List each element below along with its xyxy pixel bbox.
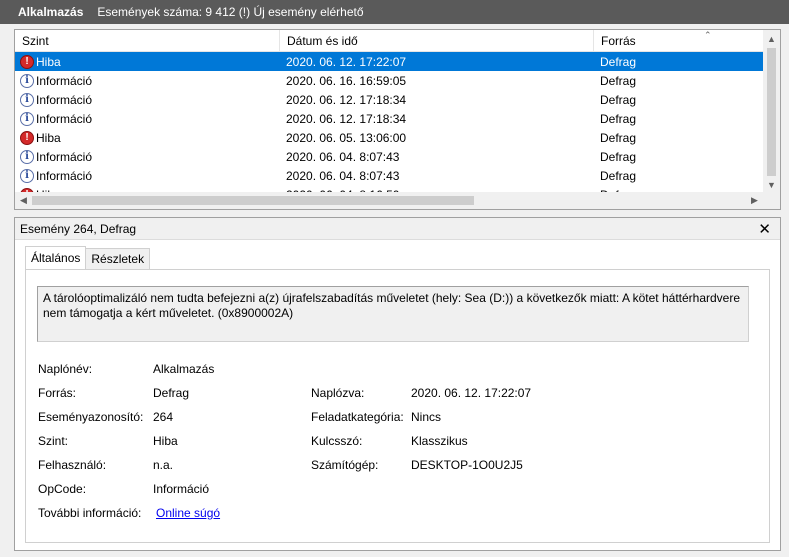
level-text: Információ: [36, 149, 93, 164]
info-icon: i: [20, 149, 34, 164]
scrollbar-corner: [763, 192, 780, 209]
level-text: Információ: [36, 111, 93, 126]
error-icon: !: [20, 130, 34, 145]
vertical-scrollbar[interactable]: ▲ ▼: [763, 30, 780, 193]
level-text: Hiba: [36, 130, 61, 145]
title-bar: Alkalmazás Események száma: 9 412 (!) Új…: [0, 0, 789, 24]
logged-value[interactable]: 2020. 06. 12. 17:22:07: [411, 386, 531, 400]
cell-level: !Hiba: [15, 128, 280, 147]
vertical-scroll-thumb[interactable]: [767, 48, 776, 176]
table-row[interactable]: i Információ 2020. 06. 04. 8:07:43 Defrag: [15, 166, 763, 185]
detail-title: Esemény 264, Defrag: [20, 221, 137, 236]
sort-ascending-icon: ⌃: [704, 30, 712, 40]
computer-value[interactable]: DESKTOP-1O0U2J5: [411, 458, 523, 472]
cell-level: i Információ: [15, 166, 280, 185]
cell-source: Defrag: [600, 130, 637, 145]
cell-level: !Hiba: [15, 52, 280, 71]
detail-tabs: Általános Részletek: [25, 246, 151, 270]
source-label: Forrás:: [38, 386, 77, 400]
cell-level: i Információ: [15, 71, 280, 90]
cell-source: Defrag: [600, 168, 637, 183]
opcode-value[interactable]: Információ: [153, 482, 209, 496]
cell-source: Defrag: [600, 149, 637, 164]
online-help-link[interactable]: Online súgó: [156, 506, 220, 520]
cell-source: Defrag: [600, 54, 637, 69]
level-text: Információ: [36, 92, 93, 107]
cell-datetime: 2020. 06. 12. 17:18:34: [286, 111, 407, 126]
cell-datetime: 2020. 06. 05. 13:06:00: [286, 130, 407, 145]
task-category-value[interactable]: Nincs: [411, 410, 441, 424]
level-text: Hiba: [36, 54, 61, 69]
table-row[interactable]: ! Hiba 2020. 06. 05. 13:06:00 Defrag: [15, 128, 763, 147]
general-tab-content: A tárolóoptimalizáló nem tudta befejezni…: [25, 269, 770, 543]
user-label: Felhasználó:: [38, 458, 107, 472]
column-header-datetime[interactable]: Dátum és idő: [280, 30, 594, 52]
keyword-value[interactable]: Klasszikus: [411, 434, 468, 448]
cell-datetime: 2020. 06. 12. 17:22:07: [286, 54, 407, 69]
event-id-value[interactable]: 264: [153, 410, 173, 424]
level-label: Szint:: [38, 434, 69, 448]
info-icon: i: [20, 92, 34, 107]
table-row[interactable]: i Információ 2020. 06. 16. 16:59:05 Defrag: [15, 71, 763, 90]
level-text: Információ: [36, 168, 93, 183]
cell-datetime: 2020. 06. 04. 8:07:43: [286, 168, 400, 183]
event-count-info: Események száma: 9 412 (!) Új esemény el…: [97, 5, 364, 19]
event-id-label: Eseményazonosító:: [38, 410, 144, 424]
cell-level: i Információ: [15, 90, 280, 109]
event-list-header: Szint Dátum és idő Forrás ⌃: [15, 30, 763, 52]
opcode-label: OpCode:: [38, 482, 87, 496]
keyword-label: Kulcsszó:: [311, 434, 363, 448]
cell-source: Defrag: [600, 111, 637, 126]
logged-label: Naplózva:: [311, 386, 365, 400]
scroll-left-icon[interactable]: ◀: [15, 192, 32, 209]
cell-datetime: 2020. 06. 16. 16:59:05: [286, 73, 407, 88]
computer-label: Számítógép:: [311, 458, 379, 472]
event-message[interactable]: A tárolóoptimalizáló nem tudta befejezni…: [37, 286, 749, 342]
cell-level: i Információ: [15, 109, 280, 128]
log-name-title: Alkalmazás: [18, 5, 84, 19]
column-header-source[interactable]: Forrás ⌃: [594, 30, 763, 52]
user-value[interactable]: n.a.: [153, 458, 173, 472]
log-name-label: Naplónév:: [38, 362, 93, 376]
close-icon[interactable]: ✕: [758, 220, 771, 238]
info-icon: i: [20, 168, 34, 183]
table-row[interactable]: ! Hiba 2020. 06. 12. 17:22:07 Defrag: [15, 52, 763, 71]
cell-source: Defrag: [600, 92, 637, 107]
scroll-right-icon[interactable]: ▶: [746, 192, 763, 209]
cell-datetime: 2020. 06. 04. 8:07:43: [286, 149, 400, 164]
tab-general[interactable]: Általános: [25, 246, 87, 269]
horizontal-scroll-thumb[interactable]: [32, 196, 474, 205]
event-list[interactable]: Szint Dátum és idő Forrás ⌃ ! Hiba 2020. 06…: [14, 29, 781, 210]
info-icon: i: [20, 73, 34, 88]
table-row[interactable]: i Információ 2020. 06. 12. 17:18:34 Defrag: [15, 90, 763, 109]
event-detail-pane: Esemény 264, Defrag ✕ Általános Részlete…: [14, 217, 781, 551]
more-info-label: További információ:: [38, 506, 142, 520]
tab-details[interactable]: Részletek: [85, 248, 151, 269]
table-row[interactable]: i Információ 2020. 06. 04. 8:07:43 Defrag: [15, 147, 763, 166]
task-category-label: Feladatkategória:: [311, 410, 404, 424]
event-rows: ! Hiba 2020. 06. 12. 17:22:07 Defrag i Inform…: [15, 52, 763, 204]
horizontal-scrollbar[interactable]: ◀ ▶: [15, 192, 780, 209]
error-icon: !: [20, 54, 34, 69]
cell-source: Defrag: [600, 73, 637, 88]
scroll-down-icon[interactable]: ▼: [763, 176, 780, 193]
cell-level: i Információ: [15, 147, 280, 166]
info-icon: i: [20, 111, 34, 126]
level-text: Információ: [36, 73, 93, 88]
source-value[interactable]: Defrag: [153, 386, 189, 400]
table-row[interactable]: i Információ 2020. 06. 12. 17:18:34 Defrag: [15, 109, 763, 128]
scroll-up-icon[interactable]: ▲: [763, 30, 780, 47]
level-value[interactable]: Hiba: [153, 434, 178, 448]
column-header-level[interactable]: Szint: [15, 30, 280, 52]
cell-datetime: 2020. 06. 12. 17:18:34: [286, 92, 407, 107]
log-name-value[interactable]: Alkalmazás: [153, 362, 214, 376]
detail-header: Esemény 264, Defrag ✕: [15, 218, 780, 240]
